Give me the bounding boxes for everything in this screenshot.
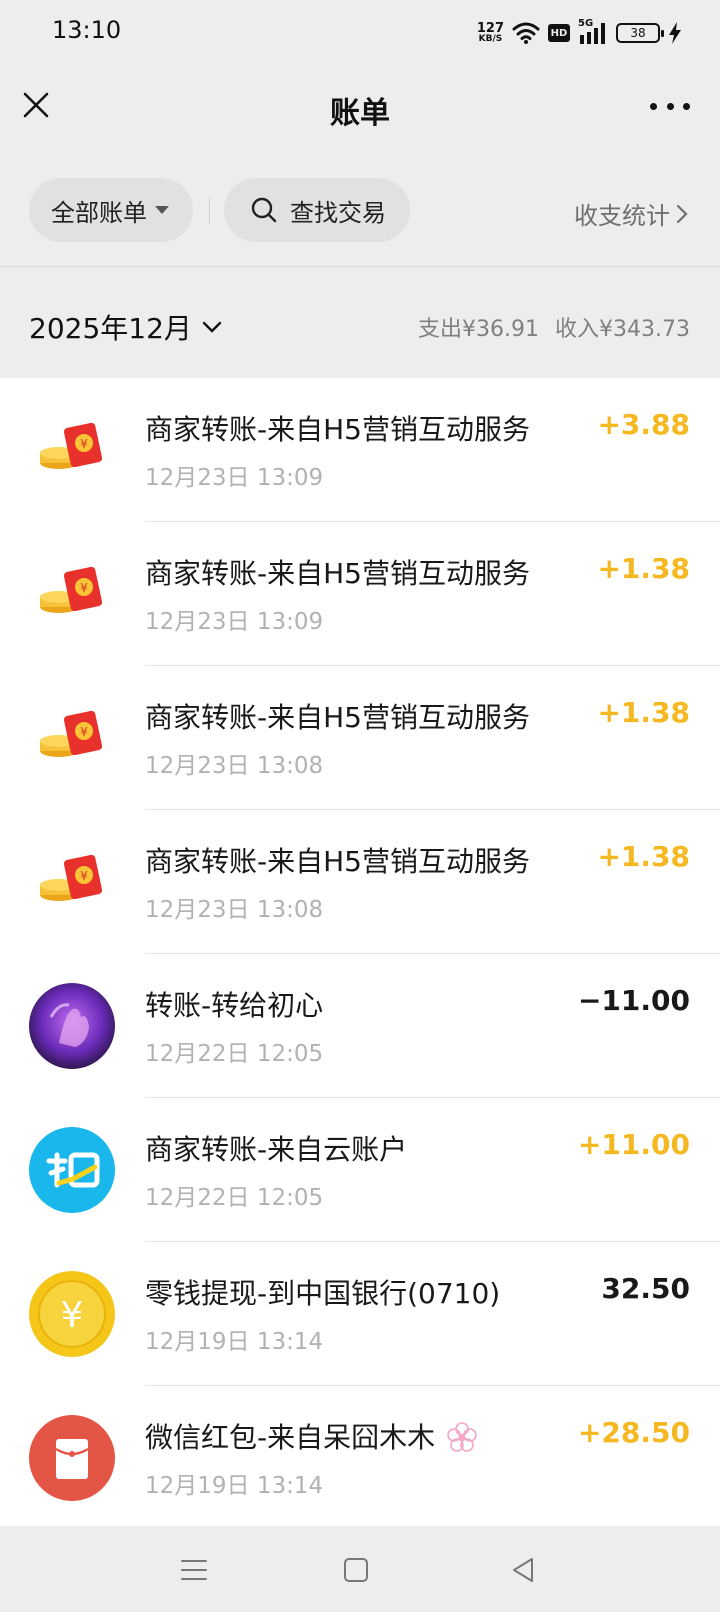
- chevron-down-icon: [202, 321, 222, 333]
- red-packet-coins-icon: ¥: [40, 566, 103, 613]
- svg-text:¥: ¥: [80, 725, 88, 739]
- transaction-title: 零钱提现-到中国银行(0710): [145, 1277, 501, 1310]
- transaction-time: 12月22日 12:05: [145, 1041, 324, 1067]
- month-expense: 支出¥36.91: [418, 317, 540, 342]
- transaction-title: 微信红包-来自呆囧木木: [145, 1416, 478, 1456]
- svg-text:¥: ¥: [80, 869, 88, 883]
- red-packet-coins-icon: ¥: [40, 854, 103, 901]
- transaction-time: 12月23日 13:08: [145, 897, 324, 923]
- stats-link-label: 收支统计: [574, 202, 670, 230]
- transaction-row[interactable]: ¥ 商家转账-来自H5营销互动服务 12月23日 13:08 +1.38: [0, 666, 720, 810]
- flower-emoji-icon: [447, 1422, 477, 1452]
- transaction-amount: +1.38: [597, 840, 690, 873]
- svg-text:¥: ¥: [80, 437, 88, 451]
- transaction-title: 商家转账-来自H5营销互动服务: [145, 557, 530, 590]
- signal-icon: 5G: [578, 18, 608, 45]
- nav-bar: 账单: [0, 64, 720, 154]
- status-icons: 127 KB/S HD 5G 38: [477, 18, 682, 48]
- transaction-row[interactable]: 微信红包-来自呆囧木木 12月19日 13:14 +28.50: [0, 1386, 720, 1526]
- transaction-amount: −11.00: [577, 984, 690, 1017]
- filter-bar: 全部账单 查找交易 收支统计: [0, 154, 720, 266]
- user-avatar: [29, 983, 115, 1069]
- transaction-row[interactable]: ¥ 商家转账-来自H5营销互动服务 12月23日 13:08 +1.38: [0, 810, 720, 954]
- net-speed-unit: KB/S: [478, 34, 503, 44]
- transaction-row[interactable]: ¥ 零钱提现-到中国银行(0710) 12月19日 13:14 32.50: [0, 1242, 720, 1386]
- hd-icon: HD: [548, 24, 570, 42]
- svg-text:¥: ¥: [80, 581, 88, 595]
- home-icon[interactable]: [340, 1554, 372, 1586]
- month-income: 收入¥343.73: [555, 317, 690, 342]
- transaction-amount: +28.50: [577, 1416, 690, 1449]
- transaction-amount: 32.50: [601, 1272, 690, 1305]
- merchant-logo-icon: [29, 1127, 115, 1213]
- status-bar: 13:10 127 KB/S HD 5G 38: [0, 0, 720, 64]
- month-label: 2025年12月: [29, 312, 192, 345]
- income-expense-stats-link[interactable]: 收支统计: [574, 196, 688, 231]
- transaction-time: 12月19日 13:14: [145, 1473, 324, 1499]
- transaction-amount: +1.38: [597, 696, 690, 729]
- chevron-right-icon: [676, 204, 688, 223]
- system-nav-bar: [0, 1526, 720, 1612]
- transaction-amount: +1.38: [597, 552, 690, 585]
- more-options-button[interactable]: [650, 92, 690, 120]
- net-speed-indicator: 127 KB/S: [477, 22, 504, 44]
- transaction-row[interactable]: ¥ 商家转账-来自H5营销互动服务 12月23日 13:09 +1.38: [0, 522, 720, 666]
- transaction-amount: +3.88: [597, 408, 690, 441]
- status-time: 13:10: [52, 16, 122, 44]
- transaction-time: 12月23日 13:09: [145, 609, 324, 635]
- more-dot-icon: [650, 102, 657, 110]
- more-dot-icon: [666, 102, 674, 110]
- transaction-row[interactable]: 转账-转给初心 12月22日 12:05 −11.00: [0, 954, 720, 1098]
- transaction-title: 转账-转给初心: [145, 989, 324, 1022]
- red-packet-coins-icon: ¥: [40, 710, 103, 757]
- search-transactions-button[interactable]: 查找交易: [224, 178, 410, 242]
- month-summary: 支出¥36.91 收入¥343.73: [418, 311, 690, 343]
- transaction-time: 12月23日 13:08: [145, 753, 324, 779]
- battery-icon: 38: [616, 23, 664, 43]
- all-bills-dropdown[interactable]: 全部账单: [29, 178, 193, 242]
- transaction-time: 12月22日 12:05: [145, 1185, 324, 1211]
- transaction-title: 商家转账-来自H5营销互动服务: [145, 845, 530, 878]
- bill-page: 13:10 127 KB/S HD 5G 38 账单 全部账单 查找交易 收支统…: [0, 0, 720, 1612]
- svg-text:¥: ¥: [61, 1295, 84, 1336]
- transaction-row[interactable]: ¥ 商家转账-来自H5营销互动服务 12月23日 13:09 +3.88: [0, 378, 720, 522]
- yuan-coin-icon: ¥: [29, 1271, 115, 1357]
- transaction-row[interactable]: 商家转账-来自云账户 12月22日 12:05 +11.00: [0, 1098, 720, 1242]
- dropdown-caret-icon: [155, 206, 169, 214]
- transaction-time: 12月23日 13:09: [145, 465, 324, 491]
- more-dot-icon: [683, 102, 690, 110]
- red-packet-coins-icon: ¥: [40, 422, 103, 469]
- transaction-time: 12月19日 13:14: [145, 1329, 324, 1355]
- month-bar: 2025年12月 支出¥36.91 收入¥343.73: [0, 266, 720, 378]
- back-icon[interactable]: [508, 1554, 540, 1586]
- filter-divider: [209, 198, 210, 224]
- transaction-list: ¥ 商家转账-来自H5营销互动服务 12月23日 13:09 +3.88 ¥ 商…: [0, 378, 720, 1526]
- transaction-title-text: 微信红包-来自呆囧木木: [145, 1421, 436, 1454]
- page-title: 账单: [330, 96, 390, 131]
- search-label: 查找交易: [290, 198, 386, 227]
- red-envelope-icon: [29, 1415, 115, 1501]
- transaction-title: 商家转账-来自H5营销互动服务: [145, 701, 530, 734]
- charging-icon: [669, 22, 681, 44]
- wifi-icon: [512, 22, 540, 44]
- month-selector[interactable]: 2025年12月: [29, 307, 222, 347]
- all-bills-label: 全部账单: [51, 198, 147, 227]
- transaction-title: 商家转账-来自云账户: [145, 1133, 408, 1166]
- transaction-amount: +11.00: [577, 1128, 690, 1161]
- transaction-title: 商家转账-来自H5营销互动服务: [145, 413, 530, 446]
- menu-icon[interactable]: [178, 1554, 210, 1586]
- search-icon: [251, 197, 277, 223]
